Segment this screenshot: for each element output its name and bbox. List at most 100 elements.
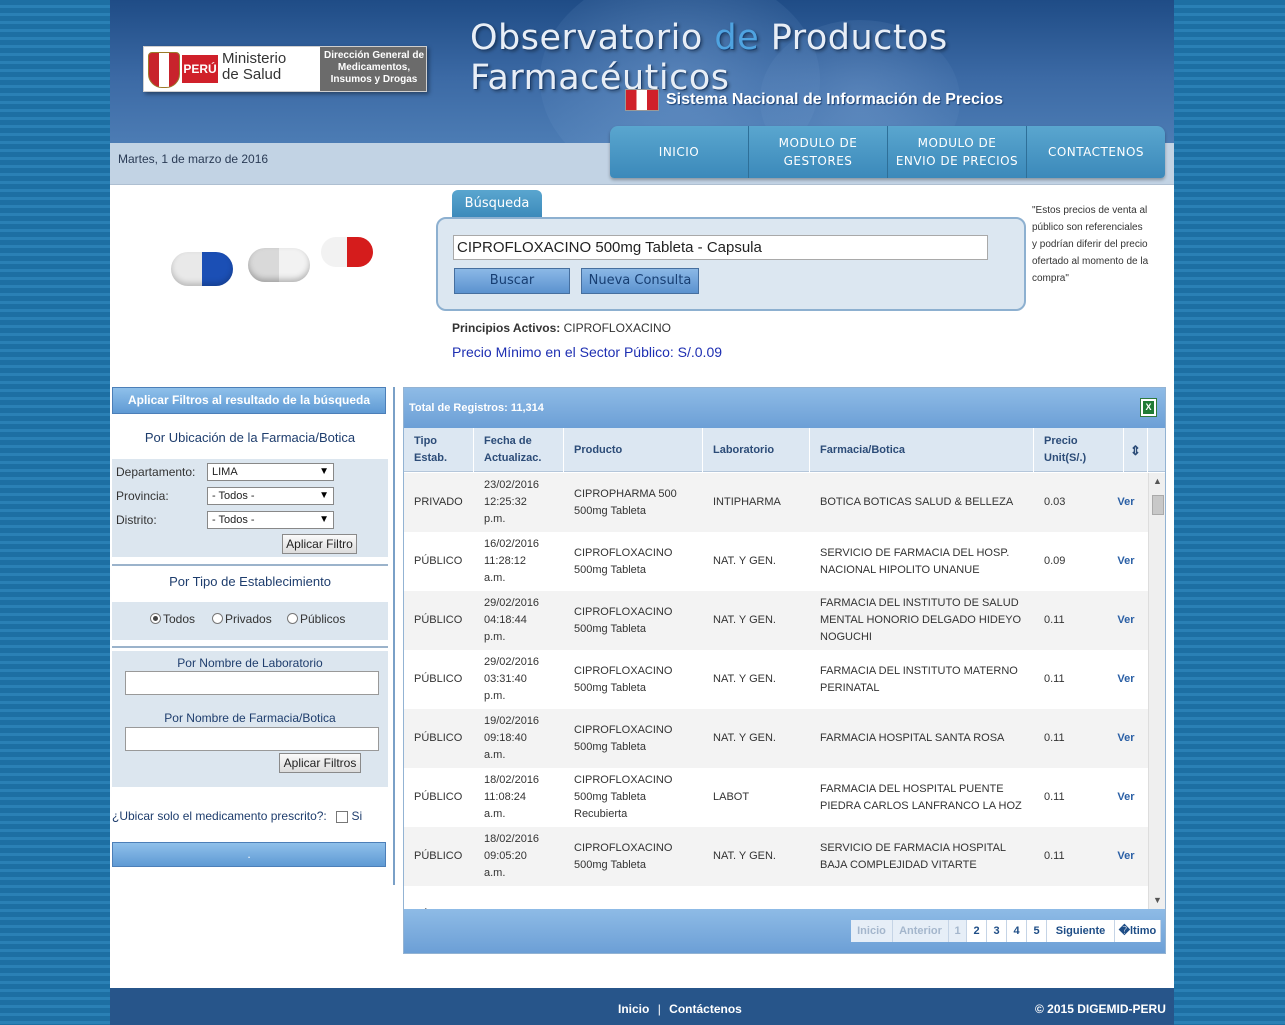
cell-producto: CIPROFLOXACINO 500mg Tableta Recubierta [574, 774, 673, 820]
laboratorio-input[interactable] [125, 671, 379, 695]
nav-contactenos[interactable]: CONTACTENOS [1027, 126, 1165, 178]
cell-ver[interactable]: Ver [1104, 532, 1148, 591]
distrito-select[interactable]: - Todos - ▼ [207, 511, 334, 529]
site-subtitle: Sistema Nacional de Información de Preci… [666, 91, 1003, 108]
prescrito-label: ¿Ubicar solo el medicamento prescrito?: [112, 809, 327, 823]
radio-publicos[interactable]: Públicos [287, 612, 345, 626]
radio-todos[interactable]: Todos [150, 612, 195, 626]
cell-ver[interactable]: Ver [1104, 591, 1148, 650]
cell-precio: 0.03 [1044, 496, 1066, 508]
logo-ministry-label: Ministerio de Salud [222, 50, 287, 83]
buscar-button[interactable]: Buscar [454, 268, 570, 294]
sort-icon[interactable]: ⇕ [1124, 428, 1148, 472]
cell-precio: 0.11 [1044, 673, 1065, 685]
cell-ver[interactable]: Ver [1104, 827, 1148, 886]
nav-inicio[interactable]: INICIO [610, 126, 749, 178]
scroll-up-icon[interactable]: ▲ [1149, 473, 1166, 490]
results-scrollbar[interactable]: ▲ ▼ [1148, 473, 1165, 909]
current-date: Martes, 1 de marzo de 2016 [118, 152, 269, 166]
aplicar-filtros-button[interactable]: Aplicar Filtros [279, 753, 361, 773]
footer: Inicio | Contáctenos © 2015 DIGEMID-PERU [110, 988, 1174, 1025]
table-row: PÚBLICO 29/02/2016 03:31:40 p.m. CIPROFLOXAC… [404, 650, 1148, 709]
tipo-title: Por Tipo de Establecimiento [169, 574, 331, 589]
cell-precio: 0.11 [1044, 850, 1065, 862]
search-panel: Buscar Nueva Consulta [436, 217, 1026, 311]
pager-page-2[interactable]: 2 [967, 920, 987, 942]
nav-modulo-gestores[interactable]: MODULO DE GESTORES [749, 126, 888, 178]
blue-capsule-icon [171, 252, 233, 286]
cell-producto: CIPROFLOXACINO [564, 886, 703, 909]
departamento-label: Departamento: [116, 465, 196, 479]
pager-ultimo[interactable]: �ltimo [1115, 920, 1161, 942]
cell-laboratorio: INTIPHARMA [713, 496, 781, 508]
aplicar-filtro-button[interactable]: Aplicar Filtro [282, 534, 357, 554]
pager-page-5[interactable]: 5 [1027, 920, 1047, 942]
cell-ver[interactable] [1104, 886, 1148, 909]
cell-farmacia: SERVICIO DE FARMACIA HOSPITAL BAJA COMPLE… [820, 841, 1007, 871]
cell-laboratorio: NAT. Y GEN. [713, 614, 776, 626]
tab-busqueda[interactable]: Búsqueda [452, 190, 542, 218]
col-farmacia[interactable]: Farmacia/Botica [810, 428, 1034, 472]
pager-inicio[interactable]: Inicio [851, 920, 893, 942]
logo-direction-label: Dirección General de Medicamentos, Insum… [323, 50, 425, 85]
ministry-logo[interactable]: PERÚ Ministerio de Salud Dirección Gener… [143, 46, 427, 92]
dropdown-arrow-icon: ▼ [319, 514, 329, 525]
radio-selected-icon [150, 613, 161, 625]
cell-ver[interactable]: Ver [1104, 473, 1148, 532]
col-tipo[interactable]: Tipo Estab. [404, 428, 474, 472]
provincia-select[interactable]: - Todos - ▼ [207, 487, 334, 505]
footer-inicio-link[interactable]: Inicio [618, 1002, 649, 1016]
farmacia-input[interactable] [125, 727, 379, 751]
search-input[interactable] [453, 235, 988, 260]
cell-ver[interactable]: Ver [1104, 650, 1148, 709]
pager-anterior[interactable]: Anterior [893, 920, 949, 942]
dropdown-arrow-icon: ▼ [319, 466, 329, 477]
cell-ver[interactable]: Ver [1104, 709, 1148, 768]
cell-fecha: 29/02/2016 04:18:44 p.m. [484, 597, 540, 643]
footer-contactenos-link[interactable]: Contáctenos [669, 1002, 742, 1016]
results-header: Total de Registros: 11,314 [404, 388, 1165, 428]
scroll-thumb[interactable] [1152, 495, 1164, 515]
radio-privados[interactable]: Privados [212, 612, 272, 626]
nueva-consulta-button[interactable]: Nueva Consulta [581, 268, 699, 294]
precio-minimo: Precio Mínimo en el Sector Público: S/.0… [452, 344, 723, 360]
col-fecha[interactable]: Fecha de Actualizac. [474, 428, 564, 472]
col-precio[interactable]: Precio Unit(S/.) [1034, 428, 1124, 472]
cell-precio: 0.11 [1044, 614, 1065, 626]
cell-farmacia: BOTICA BOTICAS SALUD & BELLEZA [820, 496, 1014, 508]
cell-producto: CIPROFLOXACINO 500mg Tableta [574, 723, 673, 753]
filters-panel: Aplicar Filtros al resultado de la búsqu… [112, 387, 388, 877]
site-title: Observatorio de Productos Farmacéuticos [470, 18, 948, 98]
cell-laboratorio: NAT. Y GEN. [713, 673, 776, 685]
departamento-select[interactable]: LIMA ▼ [207, 463, 334, 481]
cell-laboratorio [703, 886, 810, 909]
col-producto[interactable]: Producto [564, 428, 703, 472]
cell-producto: CIPROFLOXACINO 500mg Tableta [574, 841, 673, 871]
footer-separator: | [657, 1002, 661, 1016]
main-nav: INICIO MODULO DE GESTORES MODULO DE ENVIO … [610, 126, 1165, 178]
cell-laboratorio: NAT. Y GEN. [713, 732, 776, 744]
scroll-down-icon[interactable]: ▼ [1149, 892, 1166, 909]
table-row: PÚBLICO 16/02/2016 11:28:12 a.m. CIPROFLOXAC… [404, 532, 1148, 591]
pager-page-1[interactable]: 1 [949, 920, 967, 942]
nombre-area: Por Nombre de Laboratorio Por Nombre de … [112, 651, 388, 787]
radio-icon [287, 613, 298, 625]
filters-header: Aplicar Filtros al resultado de la búsqu… [112, 387, 386, 414]
cell-ver[interactable]: Ver [1104, 768, 1148, 827]
pager-siguiente[interactable]: Siguiente [1047, 920, 1115, 942]
cell-farmacia: SERVICIO DE FARMACIA DEL HOSP. NACIONAL H… [820, 546, 1010, 576]
logo-peru-label: PERÚ [182, 55, 218, 83]
pager-page-4[interactable]: 4 [1007, 920, 1027, 942]
col-laboratorio[interactable]: Laboratorio [703, 428, 810, 472]
cell-precio: 0.09 [1044, 555, 1066, 567]
excel-export-icon[interactable] [1140, 398, 1157, 417]
pager-page-3[interactable]: 3 [987, 920, 1007, 942]
cell-fecha: 29/02/2016 03:31:40 p.m. [484, 656, 540, 702]
laboratorio-title: Por Nombre de Laboratorio [177, 656, 323, 670]
cell-farmacia: FARMACIA DEL INSTITUTO MATERNO PERINATAL [820, 664, 1018, 694]
results-columns: Tipo Estab. Fecha de Actualizac. Producto … [404, 428, 1165, 472]
cell-farmacia: FARMACIA DEL HOSPITAL PUENTE PIEDRA CARLO… [820, 782, 1022, 812]
nav-modulo-envio-precios[interactable]: MODULO DE ENVIO DE PRECIOS [888, 126, 1027, 178]
prescrito-checkbox[interactable] [336, 810, 349, 823]
cell-laboratorio: NAT. Y GEN. [713, 555, 776, 567]
